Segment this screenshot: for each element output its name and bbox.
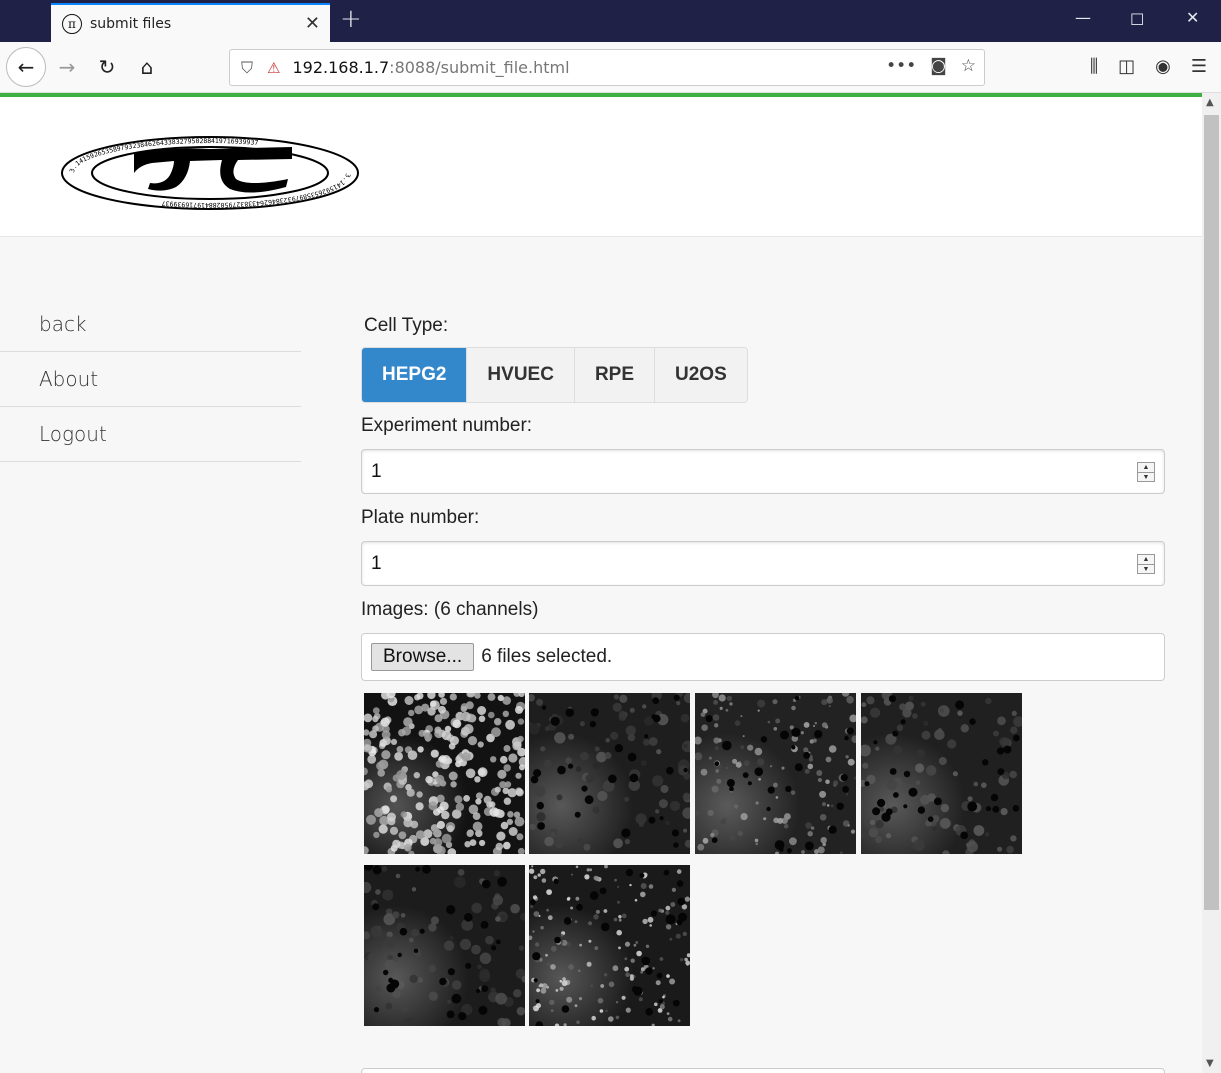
channel-thumbnail — [529, 693, 690, 854]
forward-arrow-icon[interactable]: → — [48, 48, 86, 86]
plate-number-value: 1 — [371, 552, 382, 574]
stepper-down-icon[interactable]: ▼ — [1138, 565, 1154, 574]
channel-thumbnail — [364, 865, 525, 1026]
page-scrollbar[interactable]: ▲ ▼ — [1202, 93, 1221, 1073]
plate-number-input[interactable]: 1 ▲ ▼ — [361, 541, 1165, 586]
tab-title: submit files — [90, 15, 172, 32]
menu-icon[interactable]: ☰ — [1191, 56, 1207, 77]
minimize-icon[interactable]: — — [1075, 8, 1091, 27]
cell-type-u2os-button[interactable]: U2OS — [655, 348, 747, 402]
close-window-icon[interactable]: ✕ — [1186, 8, 1199, 27]
pi-favicon-icon: π — [62, 13, 82, 34]
plate-number-label: Plate number: — [361, 507, 480, 528]
scroll-up-icon[interactable]: ▲ — [1206, 97, 1214, 108]
account-icon[interactable]: ◉ — [1155, 56, 1171, 77]
cell-type-label: Cell Type: — [364, 315, 449, 336]
browser-titlebar: π submit files ✕ + — ☐ ✕ — [0, 0, 1221, 42]
images-label: Images: (6 channels) — [361, 599, 539, 620]
channel-thumbnail — [861, 693, 1022, 854]
scroll-down-icon[interactable]: ▼ — [1206, 1058, 1214, 1069]
stepper-up-icon[interactable]: ▲ — [1138, 555, 1154, 565]
sidebar-item-back[interactable]: back — [0, 297, 301, 352]
sidebar-nav: back About Logout — [0, 297, 301, 462]
insecure-lock-icon[interactable]: ⚠ — [267, 59, 280, 77]
channel-thumbnail — [364, 693, 525, 854]
cell-type-hvuec-button[interactable]: HVUEC — [467, 348, 575, 402]
browser-navbar: ← → ↻ ⌂ ⛉ ⚠ 192.168.1.7:8088/submit_file… — [0, 42, 1221, 93]
library-icon[interactable]: ⫼ — [1090, 56, 1098, 77]
pocket-icon[interactable]: ◙ — [930, 56, 947, 76]
new-tab-icon[interactable]: + — [340, 4, 362, 34]
experiment-number-value: 1 — [371, 460, 382, 482]
back-arrow-icon[interactable]: ← — [6, 47, 46, 87]
plate-number-stepper[interactable]: ▲ ▼ — [1137, 554, 1155, 574]
pi-logo: 3.14159265358979323846264338327950288419… — [60, 135, 360, 216]
experiment-number-stepper[interactable]: ▲ ▼ — [1137, 462, 1155, 482]
sidebar-item-about[interactable]: About — [0, 352, 301, 407]
sidebar-toggle-icon[interactable]: ◫ — [1118, 56, 1135, 77]
sidebar-item-logout[interactable]: Logout — [0, 407, 301, 462]
bottom-card — [361, 1068, 1165, 1073]
experiment-number-input[interactable]: 1 ▲ ▼ — [361, 449, 1165, 494]
bookmark-star-icon[interactable]: ☆ — [961, 56, 976, 76]
reload-icon[interactable]: ↻ — [88, 48, 126, 86]
channel-thumbnail — [529, 865, 690, 1026]
scroll-thumb[interactable] — [1204, 115, 1219, 910]
cell-type-hepg2-button[interactable]: HEPG2 — [362, 348, 468, 402]
sidebar-item-label: About — [39, 367, 99, 391]
page-header: 3.14159265358979323846264338327950288419… — [0, 97, 1202, 237]
browser-tab[interactable]: π submit files ✕ — [51, 3, 330, 42]
maximize-icon[interactable]: ☐ — [1130, 10, 1144, 29]
stepper-up-icon[interactable]: ▲ — [1138, 463, 1154, 473]
close-tab-icon[interactable]: ✕ — [305, 13, 320, 34]
url-text: 192.168.1.7:8088/submit_file.html — [292, 58, 570, 77]
images-file-input[interactable]: Browse... 6 files selected. — [361, 633, 1165, 681]
cell-type-selector: HEPG2 HVUEC RPE U2OS — [361, 347, 748, 403]
shield-icon[interactable]: ⛉ — [241, 58, 253, 78]
browse-button[interactable]: Browse... — [371, 643, 475, 671]
experiment-number-label: Experiment number: — [361, 415, 533, 436]
more-actions-icon[interactable]: ••• — [886, 56, 916, 76]
url-bar[interactable]: ⛉ ⚠ 192.168.1.7:8088/submit_file.html ••… — [229, 49, 985, 86]
channel-thumbnail — [695, 693, 856, 854]
cell-type-rpe-button[interactable]: RPE — [574, 348, 656, 402]
sidebar-item-label: back — [39, 312, 87, 336]
stepper-down-icon[interactable]: ▼ — [1138, 473, 1154, 482]
home-icon[interactable]: ⌂ — [128, 48, 166, 86]
file-status-text: 6 files selected. — [481, 646, 613, 667]
sidebar-item-label: Logout — [39, 422, 107, 446]
